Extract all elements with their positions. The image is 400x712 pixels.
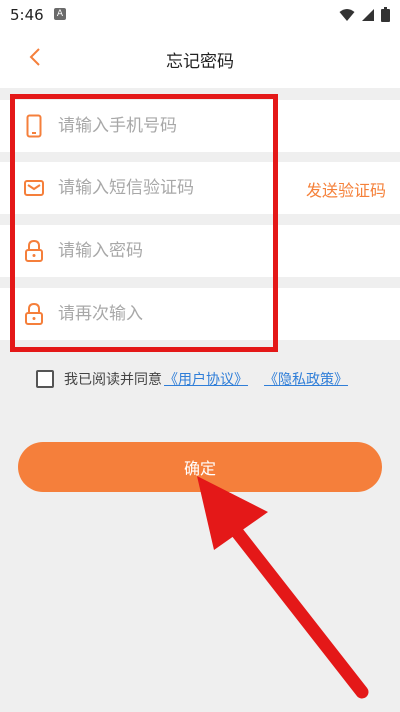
phone-icon [22, 114, 46, 138]
password-confirm-input[interactable] [58, 299, 278, 329]
status-bar: 5:46 A [0, 0, 400, 30]
confirm-button[interactable]: 确定 [18, 442, 382, 492]
phone-input[interactable] [58, 111, 278, 141]
user-agreement-link[interactable]: 《用户协议》 [164, 369, 248, 389]
battery-icon [381, 7, 390, 26]
page-title: 忘记密码 [166, 52, 234, 72]
agreement-checkbox[interactable] [36, 370, 54, 388]
privacy-policy-link[interactable]: 《隐私政策》 [264, 369, 348, 389]
signal-icon [361, 7, 375, 26]
agreement-text: 我已阅读并同意 [64, 372, 162, 388]
lock-icon [22, 302, 46, 326]
notification-badge: A [54, 8, 66, 20]
header: 忘记密码 [0, 30, 400, 88]
message-icon [22, 176, 46, 200]
password-input[interactable] [58, 236, 278, 266]
wifi-icon [339, 7, 355, 26]
status-time: 5:46 [10, 6, 44, 24]
send-code-button[interactable]: 发送验证码 [306, 177, 386, 201]
lock-icon [22, 239, 46, 263]
password-confirm-row [0, 288, 400, 340]
phone-row [0, 100, 400, 152]
sms-code-input[interactable] [58, 173, 278, 203]
agreement: 我已阅读并同意 《用户协议》 《隐私政策》 [36, 368, 348, 390]
sms-code-row: 发送验证码 [0, 162, 400, 214]
status-icons [339, 7, 390, 26]
password-row [0, 225, 400, 277]
